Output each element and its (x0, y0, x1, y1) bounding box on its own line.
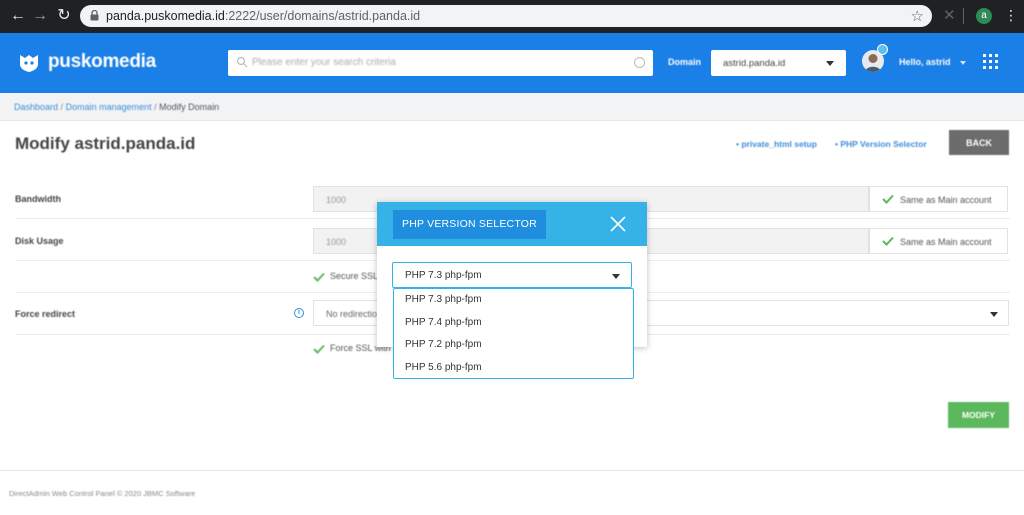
user-menu-chevron-icon[interactable] (960, 61, 966, 65)
profile-avatar[interactable]: a (976, 8, 992, 24)
checkmark-icon (882, 236, 894, 246)
domain-select-value: astrid.panda.id (723, 58, 786, 69)
secure-ssl-label: Secure SSL (330, 271, 379, 281)
php-version-selector-link[interactable]: • PHP Version Selector (835, 139, 927, 149)
domain-select[interactable]: astrid.panda.id (711, 50, 846, 76)
chevron-down-icon (826, 61, 834, 66)
breadcrumb-dashboard[interactable]: Dashboard (14, 102, 58, 112)
disk-usage-value: 1000 (326, 237, 347, 247)
force-redirect-value: No redirectio (326, 309, 378, 319)
logo-text: puskomedia (48, 51, 156, 72)
reload-icon[interactable]: ↻ (54, 7, 74, 25)
puskomedia-logo-icon (20, 55, 38, 72)
address-bar[interactable]: panda.puskomedia.id:2222/user/domains/as… (80, 5, 932, 27)
disk-same-label: Same as Main account (900, 237, 992, 247)
private-html-setup-link[interactable]: • private_html setup (736, 139, 817, 149)
browser-menu-icon[interactable]: ⋮ (1004, 7, 1018, 24)
domain-label: Domain (668, 57, 702, 67)
disk-same-as-main-checkbox[interactable]: Same as Main account (869, 228, 1008, 254)
force-redirect-label: Force redirect (15, 309, 76, 319)
php-version-select[interactable]: PHP 7.3 php-fpm (392, 262, 632, 288)
checkmark-icon (882, 194, 894, 204)
toolbar-divider (963, 8, 964, 24)
secure-ssl-checkbox[interactable]: Secure SSL (313, 271, 378, 282)
php-version-selected: PHP 7.3 php-fpm (405, 270, 482, 281)
php-option-7-2[interactable]: PHP 7.2 php-fpm (394, 338, 633, 361)
modal-header: PHP VERSION SELECTOR (377, 202, 647, 246)
search-icon (236, 56, 248, 68)
bandwidth-same-label: Same as Main account (900, 195, 992, 205)
breadcrumb-domain-management[interactable]: Domain management (66, 102, 152, 112)
breadcrumb-bar: Dashboard / Domain management / Modify D… (0, 93, 1024, 121)
url-text: panda.puskomedia.id:2222/user/domains/as… (106, 9, 421, 23)
php-option-7-3[interactable]: PHP 7.3 php-fpm (394, 293, 633, 316)
browser-toolbar: ← → ↻ panda.puskomedia.id:2222/user/doma… (0, 0, 1024, 33)
footer-divider (0, 470, 1024, 471)
logo[interactable]: puskomedia (18, 51, 156, 73)
notification-badge[interactable] (877, 44, 888, 55)
disk-usage-label: Disk Usage (15, 236, 64, 246)
php-option-7-4[interactable]: PHP 7.4 php-fpm (394, 316, 633, 339)
checkmark-icon (313, 344, 325, 354)
lock-icon (90, 10, 99, 21)
search-placeholder: Please enter your search criteria (252, 57, 396, 68)
extension-icon[interactable]: ✕ (943, 6, 956, 24)
breadcrumb: Dashboard / Domain management / Modify D… (14, 102, 220, 112)
footer-copyright: DirectAdmin Web Control Panel © 2020 JBM… (9, 489, 196, 498)
clear-search-icon[interactable] (634, 57, 645, 68)
modal-title: PHP VERSION SELECTOR (393, 210, 546, 239)
close-icon[interactable] (609, 215, 627, 233)
php-version-dropdown: PHP 7.3 php-fpm PHP 7.4 php-fpm PHP 7.2 … (393, 288, 634, 379)
user-greeting[interactable]: Hello, astrid (899, 57, 951, 67)
bandwidth-label: Bandwidth (15, 194, 61, 204)
breadcrumb-current: Modify Domain (159, 102, 220, 112)
modify-button[interactable]: MODIFY (948, 402, 1009, 428)
page-title: Modify astrid.panda.id (15, 134, 196, 153)
bandwidth-value: 1000 (326, 195, 347, 205)
chevron-down-icon (612, 274, 620, 279)
chevron-down-icon (990, 312, 998, 317)
forward-arrow-icon[interactable]: → (30, 7, 50, 25)
app-header: puskomedia Please enter your search crit… (0, 33, 1024, 93)
back-button[interactable]: BACK (949, 130, 1009, 155)
checkmark-icon (313, 272, 325, 282)
search-input[interactable]: Please enter your search criteria (228, 50, 653, 76)
back-arrow-icon[interactable]: ← (8, 7, 28, 25)
php-option-5-6[interactable]: PHP 5.6 php-fpm (394, 361, 633, 384)
bandwidth-same-as-main-checkbox[interactable]: Same as Main account (869, 186, 1008, 212)
apps-grid-icon[interactable] (983, 54, 998, 69)
info-icon[interactable]: i (294, 308, 304, 318)
bookmark-star-icon[interactable]: ☆ (911, 7, 924, 25)
